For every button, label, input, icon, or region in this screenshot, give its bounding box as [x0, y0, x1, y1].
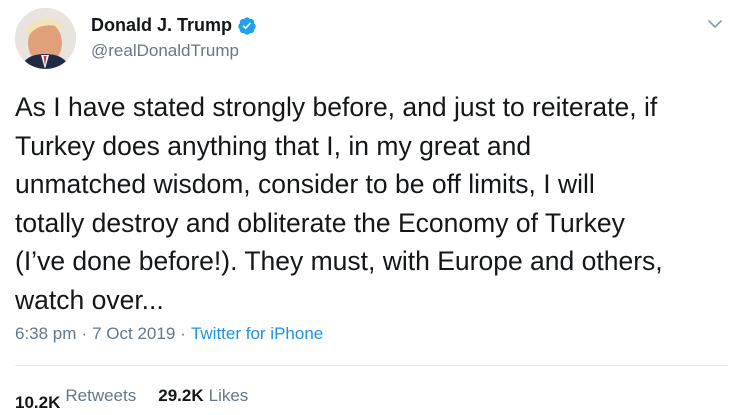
likes-stat[interactable]: 29.2K Likes: [158, 386, 248, 406]
meta-separator: ·: [180, 324, 186, 343]
likes-label: Likes: [208, 386, 249, 405]
name-row: Donald J. Trump: [91, 15, 257, 36]
tweet-time[interactable]: 6:38 pm: [15, 324, 76, 344]
likes-count: 29.2K: [158, 386, 204, 405]
user-handle[interactable]: @realDonaldTrump: [91, 41, 239, 61]
retweets-stat[interactable]: 10.2K Retweets: [15, 386, 137, 412]
retweets-label: Retweets: [65, 386, 137, 405]
divider: [15, 365, 728, 366]
tweet-card: Donald J. Trump @realDonaldTrump As I ha…: [0, 0, 743, 415]
tweet-text: As I have stated strongly before, and ju…: [15, 92, 663, 315]
avatar[interactable]: [15, 8, 76, 69]
tweet-meta: 6:38 pm · 7 Oct 2019 · Twitter for iPhon…: [15, 324, 323, 344]
meta-separator: ·: [81, 324, 88, 343]
chevron-down-icon[interactable]: [705, 14, 725, 34]
retweets-count: 10.2K: [15, 393, 61, 412]
display-name[interactable]: Donald J. Trump: [91, 15, 232, 36]
tweet-stats: 10.2K Retweets 29.2K Likes: [15, 386, 270, 412]
tweet-date[interactable]: 7 Oct 2019: [92, 324, 175, 344]
tweet-source-link[interactable]: Twitter for iPhone: [191, 324, 323, 344]
avatar-image: [15, 8, 76, 69]
verified-badge-icon: [237, 16, 257, 36]
